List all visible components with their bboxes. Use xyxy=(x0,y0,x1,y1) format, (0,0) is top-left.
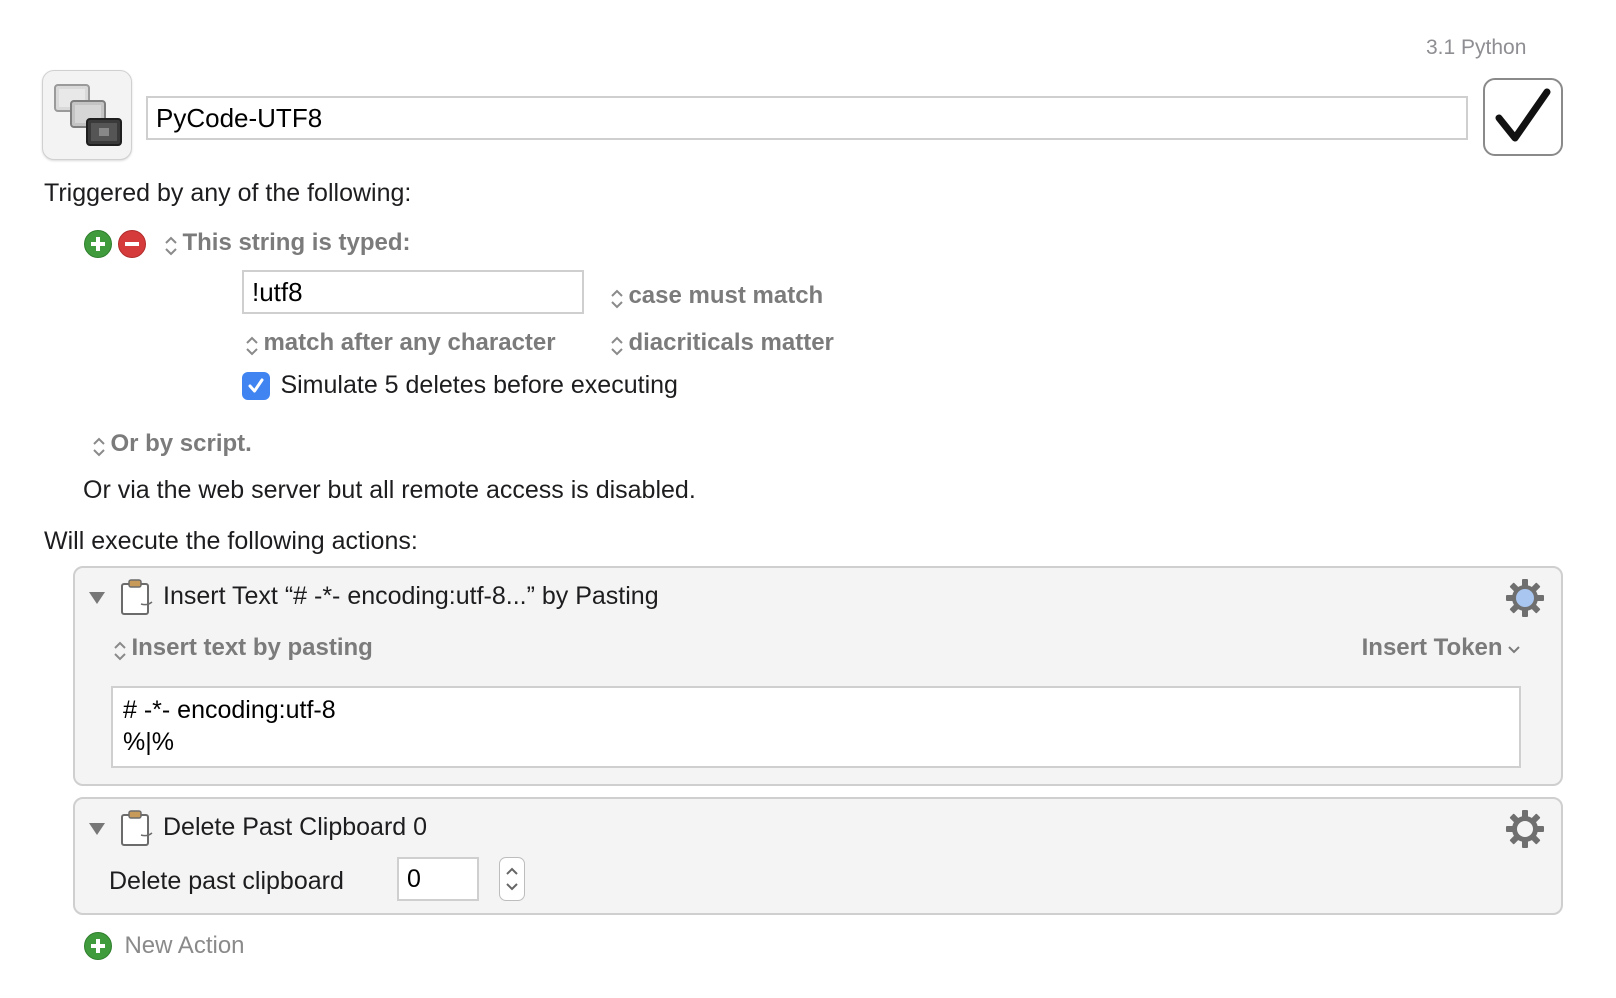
version-label: 3.1 Python xyxy=(1426,36,1527,59)
match-popup[interactable]: match after any character xyxy=(245,329,556,357)
macro-enabled-checkbox[interactable] xyxy=(1483,78,1563,156)
clipboard-icon xyxy=(121,579,153,615)
case-popup[interactable]: case must match xyxy=(610,282,823,310)
remove-trigger-button[interactable] xyxy=(118,230,146,258)
script-trigger-label: Or by script. xyxy=(110,430,252,457)
simulate-deletes-label: Simulate 5 deletes before executing xyxy=(280,371,678,399)
disclosure-triangle-icon[interactable] xyxy=(87,821,107,837)
checkmark-icon xyxy=(1495,88,1551,142)
trigger-heading: Triggered by any of the following: xyxy=(44,179,412,207)
trigger-type-label: This string is typed: xyxy=(182,229,411,256)
insert-mode-label: Insert text by pasting xyxy=(131,634,373,661)
delete-past-clipboard-stepper[interactable] xyxy=(499,857,525,901)
add-trigger-button[interactable] xyxy=(84,230,112,258)
action-title[interactable]: Insert Text “# -*- encoding:utf-8...” by… xyxy=(163,582,659,611)
diacritics-label: diacriticals matter xyxy=(628,329,834,356)
insert-mode-popup[interactable]: Insert text by pasting xyxy=(113,634,373,662)
diacritics-popup[interactable]: diacriticals matter xyxy=(610,329,834,357)
insert-token-menu[interactable]: Insert Token xyxy=(1362,634,1521,662)
plus-icon xyxy=(84,932,112,960)
chevron-down-icon xyxy=(1508,646,1520,654)
macro-icon[interactable] xyxy=(42,70,132,160)
minus-icon xyxy=(125,242,139,246)
simulate-deletes-checkbox[interactable] xyxy=(242,371,270,400)
script-trigger-popup[interactable]: Or by script. xyxy=(92,430,252,458)
popup-arrows-icon xyxy=(114,641,126,661)
typed-string-field[interactable] xyxy=(242,270,584,314)
trigger-type-popup[interactable]: This string is typed: xyxy=(164,229,410,257)
simulate-deletes-row: Simulate 5 deletes before executing xyxy=(242,371,678,400)
popup-arrows-icon xyxy=(165,236,177,256)
new-action-label: New Action xyxy=(124,932,245,959)
macro-name-field[interactable] xyxy=(146,96,1468,140)
gear-icon[interactable] xyxy=(1505,578,1545,618)
delete-past-clipboard-field[interactable] xyxy=(397,857,479,901)
checkmark-icon xyxy=(248,378,264,392)
new-action-button[interactable]: New Action xyxy=(84,932,245,960)
case-label: case must match xyxy=(628,282,824,309)
macro-stack-icon xyxy=(54,84,122,146)
gear-icon[interactable] xyxy=(1505,809,1545,849)
insert-token-label: Insert Token xyxy=(1361,634,1503,661)
match-label: match after any character xyxy=(263,329,556,356)
webserver-status-text: Or via the web server but all remote acc… xyxy=(83,476,696,504)
action-insert-text: Insert Text “# -*- encoding:utf-8...” by… xyxy=(73,566,1563,786)
plus-icon xyxy=(91,237,105,251)
insert-text-area[interactable]: # -*- encoding:utf-8 %|% xyxy=(111,686,1521,768)
clipboard-icon xyxy=(121,810,153,846)
popup-arrows-icon xyxy=(611,289,623,309)
popup-arrows-icon xyxy=(611,336,623,356)
disclosure-triangle-icon[interactable] xyxy=(87,590,107,606)
action-delete-clipboard: Delete Past Clipboard 0 Delete past clip… xyxy=(73,797,1563,915)
action-title[interactable]: Delete Past Clipboard 0 xyxy=(163,813,427,842)
popup-arrows-icon xyxy=(93,437,105,457)
delete-past-clipboard-label: Delete past clipboard xyxy=(109,867,344,895)
stepper-arrows-icon xyxy=(506,867,518,891)
actions-heading: Will execute the following actions: xyxy=(44,527,418,555)
popup-arrows-icon xyxy=(246,336,258,356)
